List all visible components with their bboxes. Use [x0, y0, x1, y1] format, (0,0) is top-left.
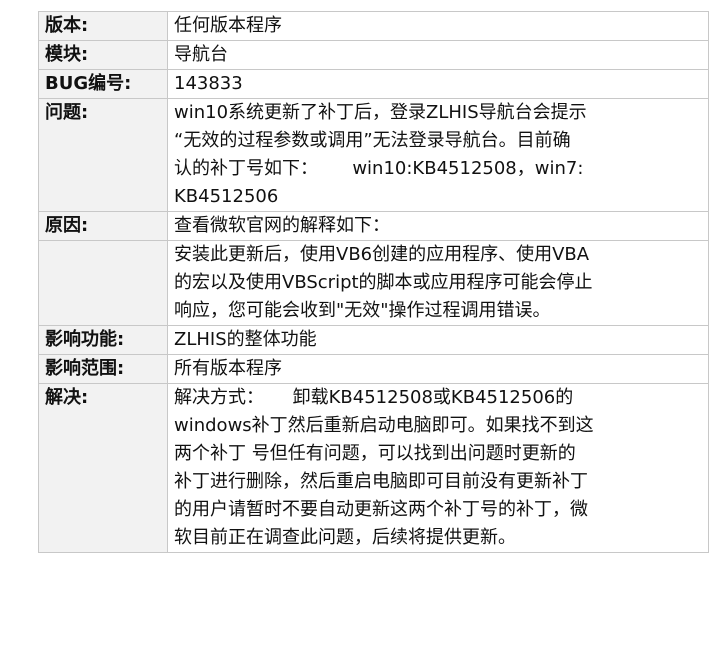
row-label-affected-function: 影响功能: [38, 325, 168, 355]
table-row: 原因: 查看微软官网的解释如下： [38, 211, 709, 241]
row-value-version: 任何版本程序 [167, 11, 709, 41]
value-line: win10系统更新了补丁后，登录ZLHIS导航台会提示 [174, 102, 587, 123]
bug-info-table: 版本: 任何版本程序 模块: 导航台 BUG编号: 143833 问题: win… [38, 11, 709, 553]
value-line: 143833 [174, 73, 243, 94]
row-label-version: 版本: [38, 11, 168, 41]
row-value-module: 导航台 [167, 40, 709, 70]
row-label-cause: 原因: [38, 211, 168, 241]
table-row: 模块: 导航台 [38, 40, 709, 70]
value-line: 响应，您可能会收到"无效"操作过程调用错误。 [174, 300, 551, 321]
row-label-cause-detail [38, 240, 168, 326]
row-label-module: 模块: [38, 40, 168, 70]
document-page: 版本: 任何版本程序 模块: 导航台 BUG编号: 143833 问题: win… [0, 0, 727, 646]
row-label-affected-scope: 影响范围: [38, 354, 168, 384]
value-line: 认的补丁号如下： win10:KB4512508，win7: [174, 158, 584, 179]
table-row: 影响范围: 所有版本程序 [38, 354, 709, 384]
table-row: 安装此更新后，使用VB6创建的应用程序、使用VBA 的宏以及使用VBScript… [38, 240, 709, 326]
row-label-bug-number: BUG编号: [38, 69, 168, 99]
row-value-affected-function: ZLHIS的整体功能 [167, 325, 709, 355]
value-line: 的用户请暂时不要自动更新这两个补丁号的补丁，微 [174, 499, 588, 520]
value-line: 安装此更新后，使用VB6创建的应用程序、使用VBA [174, 244, 590, 265]
value-line: 的宏以及使用VBScript的脚本或应用程序可能会停止 [174, 272, 593, 293]
row-value-cause: 查看微软官网的解释如下： [167, 211, 709, 241]
value-line: 任何版本程序 [174, 15, 282, 36]
value-line: ZLHIS的整体功能 [174, 329, 317, 350]
value-line: 所有版本程序 [174, 358, 282, 379]
table-row: 影响功能: ZLHIS的整体功能 [38, 325, 709, 355]
row-label-problem: 问题: [38, 98, 168, 212]
row-value-affected-scope: 所有版本程序 [167, 354, 709, 384]
row-label-solution: 解决: [38, 383, 168, 553]
row-value-bug-number: 143833 [167, 69, 709, 99]
value-line: windows补丁然后重新启动电脑即可。如果找不到这 [174, 415, 594, 436]
value-line: 软目前正在调查此问题，后续将提供更新。 [174, 527, 516, 548]
value-line: 两个补丁 号但任有问题，可以找到出问题时更新的 [174, 443, 576, 464]
row-value-problem: win10系统更新了补丁后，登录ZLHIS导航台会提示 “无效的过程参数或调用”… [167, 98, 709, 212]
table-row: 版本: 任何版本程序 [38, 11, 709, 41]
table-row: 解决: 解决方式： 卸载KB4512508或KB4512506的 windows… [38, 383, 709, 553]
value-line: “无效的过程参数或调用”无法登录导航台。目前确 [174, 130, 571, 151]
value-line: KB4512506 [174, 186, 279, 207]
value-line: 解决方式： 卸载KB4512508或KB4512506的 [174, 387, 574, 408]
table-row: 问题: win10系统更新了补丁后，登录ZLHIS导航台会提示 “无效的过程参数… [38, 98, 709, 212]
value-line: 查看微软官网的解释如下： [174, 215, 390, 236]
value-line: 补丁进行删除，然后重启电脑即可目前没有更新补丁 [174, 471, 588, 492]
table-row: BUG编号: 143833 [38, 69, 709, 99]
value-line: 导航台 [174, 44, 228, 65]
row-value-cause-detail: 安装此更新后，使用VB6创建的应用程序、使用VBA 的宏以及使用VBScript… [167, 240, 709, 326]
row-value-solution: 解决方式： 卸载KB4512508或KB4512506的 windows补丁然后… [167, 383, 709, 553]
